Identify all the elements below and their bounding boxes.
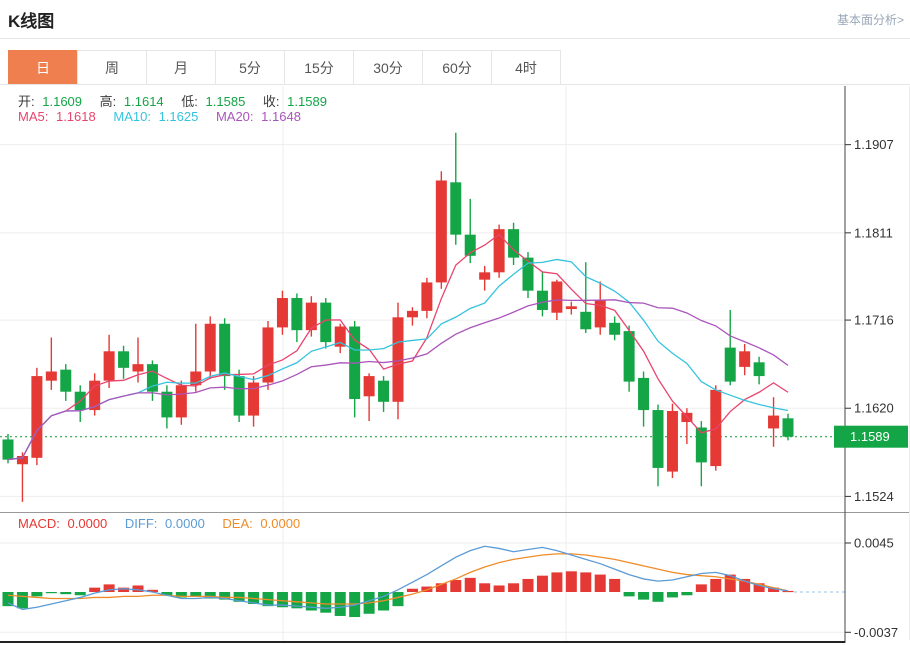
- svg-text:1.1811: 1.1811: [854, 225, 893, 240]
- tab-item-7[interactable]: 4时: [491, 50, 561, 85]
- svg-text:1.1716: 1.1716: [854, 313, 894, 328]
- tab-bar: 日周月5分15分30分60分4时: [8, 50, 561, 85]
- tab-item-3[interactable]: 5分: [215, 50, 285, 85]
- tab-item-6[interactable]: 60分: [422, 50, 492, 85]
- fundamental-analysis-link[interactable]: 基本面分析>: [837, 11, 904, 28]
- tab-item-0[interactable]: 日: [8, 50, 78, 85]
- tab-item-4[interactable]: 15分: [284, 50, 354, 85]
- page-title: K线图: [8, 7, 54, 32]
- candlestick-chart[interactable]: 1.1907 1.1811 1.1716 1.1620 1.1524 1.1589: [0, 86, 910, 512]
- svg-text:0.0045: 0.0045: [854, 535, 894, 550]
- svg-text:1.1620: 1.1620: [854, 401, 894, 416]
- tab-item-5[interactable]: 30分: [353, 50, 423, 85]
- tab-bar-bottom-border: [0, 84, 910, 85]
- title-divider: [0, 38, 910, 39]
- svg-text:-0.0037: -0.0037: [854, 625, 898, 640]
- svg-text:1.1907: 1.1907: [854, 137, 894, 152]
- tab-item-1[interactable]: 周: [77, 50, 147, 85]
- svg-text:1.1589: 1.1589: [850, 429, 890, 444]
- macd-chart[interactable]: 0.0045 -0.0037: [0, 512, 910, 645]
- svg-text:1.1524: 1.1524: [854, 489, 894, 504]
- kline-page: K线图 基本面分析> 日周月5分15分30分60分4时 1.1907 1.1811…: [0, 0, 910, 645]
- tab-item-2[interactable]: 月: [146, 50, 216, 85]
